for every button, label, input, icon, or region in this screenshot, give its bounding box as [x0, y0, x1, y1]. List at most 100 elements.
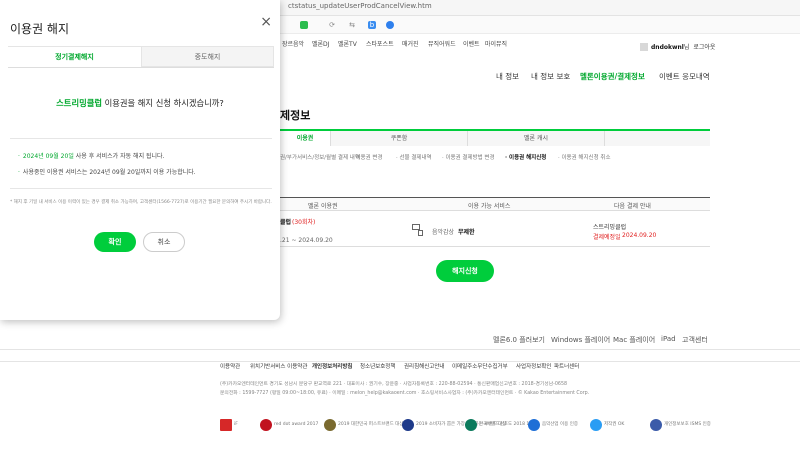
footer-support[interactable]: 고객센터 [682, 335, 708, 345]
address-bar[interactable]: ctstatus_updateUserProdCancelView.htm [280, 0, 800, 16]
footer-windows[interactable]: Windows 플레이어 [551, 335, 610, 345]
service-value: 무제한 [458, 229, 475, 236]
close-icon[interactable]: × [260, 14, 272, 30]
melon-page: 장르음악 멜론DJ 멜론TV 스타포스트 매거진 뮤직어워드 이벤트 마이뮤직 … [0, 34, 800, 449]
footer-email-refuse[interactable]: 이메일주소무단수집거부 [452, 362, 508, 370]
subtab-gift[interactable]: · 선물 결제내역 [396, 153, 432, 161]
footer-rights[interactable]: 권리침해신고안내 [404, 362, 444, 370]
cancel-pass-dialog: 이용권 해지 × 정기결제해지 중도해지 스트리밍클럽 이용권을 해지 신청 하… [0, 0, 280, 320]
bookmark-b-icon[interactable]: b [368, 21, 376, 29]
footer-company-info: (주)카카오엔터테인먼트 경기도 성남시 분당구 판교역로 221 · 대표이사… [220, 382, 568, 387]
footer-divider [0, 361, 800, 362]
user-name: dndokwnl [651, 44, 684, 51]
brand-preference-icon [465, 418, 477, 431]
product-name: 클럽 [280, 219, 292, 226]
bookmark-bar: ⟳ ⇆ b [280, 16, 800, 34]
subtab-cancel-request[interactable]: · 이용권 해지신청 [505, 153, 546, 161]
submenu-privacy[interactable]: 내 정보 보호 [531, 71, 570, 82]
refresh-icon[interactable]: ⟳ [328, 21, 336, 29]
user-suffix: 님 [683, 44, 690, 51]
dialog-tabs: 정기결제해지 중도해지 [8, 46, 274, 68]
bullet-text: 사용 후 서비스가 자동 해지 됩니다. [73, 153, 165, 160]
footer-mac[interactable]: Mac 플레이어 [613, 335, 655, 345]
footer-location-terms[interactable]: 위치기반서비스 이용약관 [250, 362, 307, 370]
table-divider [280, 246, 710, 247]
submenu-my-info[interactable]: 내 정보 [496, 71, 519, 82]
badge-caption: 저작권 OK [604, 422, 625, 427]
logout-link[interactable]: 로그아웃 [693, 44, 715, 51]
badge-caption: 한국브랜드선호도 2018 1위 [479, 422, 534, 427]
gnb-item[interactable]: 스타포스트 [366, 39, 394, 48]
tab-extra[interactable] [604, 131, 710, 146]
award-badge: 저작권 OK [590, 414, 625, 431]
col-pass: 멜론 이용권 [308, 203, 338, 210]
footer-business-info[interactable]: 사업자정보확인 [516, 362, 551, 370]
service-label: 음악감상 [432, 229, 455, 236]
question-product: 스트리밍클럽 [56, 98, 102, 108]
subtab-cancel-withdraw[interactable]: · 이용권 해지신청 취소 [558, 153, 611, 161]
footer-partner[interactable]: 파트너센터 [554, 362, 579, 370]
gnb-item[interactable]: 멜론TV [338, 39, 357, 48]
dialog-title: 이용권 해지 [10, 22, 70, 36]
tab-regular-cancel[interactable]: 정기결제해지 [8, 46, 141, 67]
cancel-request-button[interactable]: 해지신청 [436, 260, 494, 282]
if-award-icon [220, 418, 232, 431]
dialog-divider [10, 188, 272, 189]
url-text: ctstatus_updateUserProdCancelView.htm [288, 2, 432, 10]
subtab-change[interactable]: · 이용권 변경 [352, 153, 383, 161]
avatar [640, 43, 648, 51]
tab-mid-cancel[interactable]: 중도해지 [141, 46, 274, 67]
col-next-payment: 다음 결제 안내 [614, 203, 651, 210]
chat-icon[interactable] [386, 21, 394, 29]
gnb-item[interactable]: 뮤직어워드 [428, 39, 456, 48]
subtab-payment-method[interactable]: · 이용권 결제방법 변경 [442, 153, 495, 161]
tab-melon-cash[interactable]: 멜론 캐시 [467, 131, 604, 146]
footer-contact-info: 문의전화 : 1599-7727 (평일 09:00~18:00, 유료) · … [220, 391, 590, 396]
subtab-history[interactable]: 권/부가서비스/정보/월별 결제 내역 [280, 153, 360, 161]
badge-caption: red dot award 2017 [274, 422, 319, 427]
dialog-bullet-1: · 2024년 09월 20일 사용 후 서비스가 자동 해지 됩니다. [18, 153, 165, 160]
gnb-item[interactable]: 마이뮤직 [485, 39, 507, 48]
tab-pass[interactable]: 이용권 [280, 131, 330, 146]
copyright-ok-icon [590, 418, 602, 431]
user-info: dndokwnl님 로그아웃 [640, 42, 715, 51]
bullet-date: 2024년 09월 20일 [22, 153, 74, 160]
green-square-icon[interactable] [300, 21, 308, 29]
footer-terms[interactable]: 이용약관 [220, 362, 240, 370]
product-period: .21 ~ 2024.09.20 [280, 237, 333, 244]
trust-brand-icon [402, 418, 414, 431]
award-badge: red dot award 2017 [260, 414, 319, 431]
gnb-item[interactable]: 매거진 [402, 39, 419, 48]
gnb-item[interactable]: 이벤트 [463, 39, 480, 48]
page-title: 제정보 [280, 109, 311, 122]
footer-youth-policy[interactable]: 청소년보호정책 [360, 362, 395, 370]
dialog-divider [10, 138, 272, 139]
submenu-event-history[interactable]: 이벤트 응모내역 [659, 71, 710, 82]
footer-melon6[interactable]: 멜론6.0 플러보기 [493, 335, 545, 345]
submenu-pass-payment[interactable]: 멜론이용권/결제정보 [580, 71, 645, 82]
tab-coupon[interactable]: 쿠폰함 [330, 131, 467, 146]
bullet-text: 사용중인 이용권 서비스는 2024년 09월 20일까지 이용 가능합니다. [22, 169, 196, 176]
main-tabs: 이용권 쿠폰함 멜론 캐시 [280, 129, 710, 146]
sync-icon[interactable]: ⇆ [348, 21, 356, 29]
mobile-icon [418, 230, 423, 236]
cancel-button[interactable]: 취소 [143, 232, 185, 252]
footer-privacy-policy[interactable]: 개인정보처리방침 [312, 362, 352, 370]
badge-caption: 2019 대한민국 퍼스트브랜드 대상 [338, 422, 404, 427]
badge-caption: iF [234, 422, 238, 427]
confirm-button[interactable]: 확인 [94, 232, 136, 252]
dialog-question: 스트리밍클럽 이용권을 해지 신청 하시겠습니까? [0, 97, 280, 109]
gnb-item[interactable]: 멜론DJ [312, 39, 329, 48]
next-pay-date: 2024.09.20 [622, 232, 657, 239]
isms-icon [650, 418, 662, 431]
product-tag: (30회차) [292, 219, 316, 226]
dialog-bullet-2: · 사용중인 이용권 서비스는 2024년 09월 20일까지 이용 가능합니다. [18, 169, 196, 176]
badge-caption: 음악산업 이용 인증 [542, 422, 578, 427]
award-badge: 2019 대한민국 퍼스트브랜드 대상 [324, 414, 404, 431]
gnb-item[interactable]: 장르음악 [282, 39, 304, 48]
dialog-note: * 해지 후 기일 내 서비스 이용 이력이 있는 경우 결제 취소 가능하며,… [10, 200, 272, 205]
footer-ipad[interactable]: iPad [661, 335, 676, 343]
table-header: 멜론 이용권 이용 가능 서비스 다음 결제 안내 [280, 197, 710, 211]
footer-divider [0, 349, 800, 350]
award-badge: 개인정보보호 ISMS 인증 [650, 414, 711, 431]
